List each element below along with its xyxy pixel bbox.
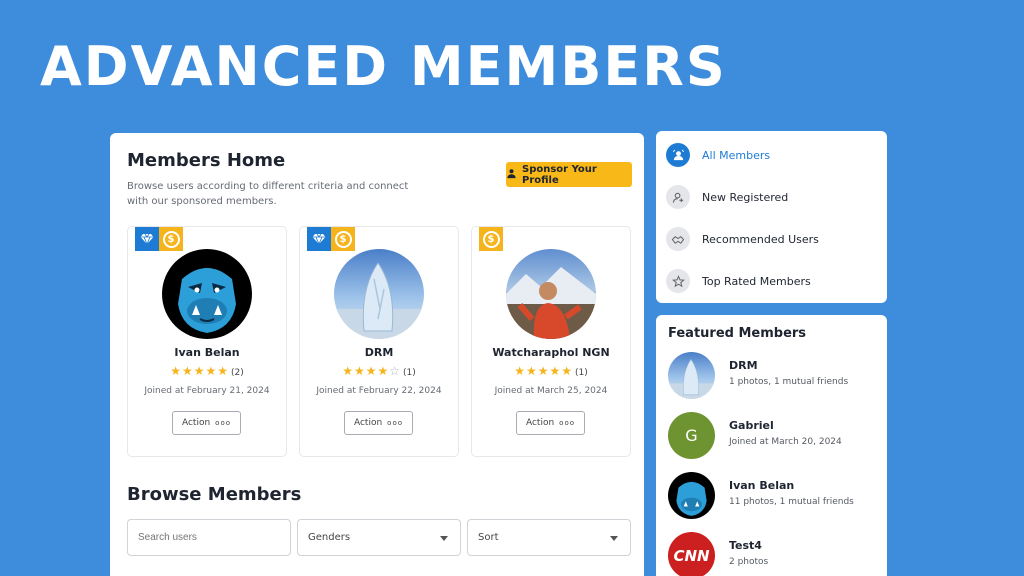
- nav-item-all-members[interactable]: All Members: [666, 140, 876, 170]
- featured-member-item[interactable]: G Gabriel Joined at March 20, 2024: [668, 412, 878, 462]
- search-input[interactable]: [127, 519, 291, 556]
- featured-avatar[interactable]: [668, 472, 715, 519]
- cnn-logo-avatar[interactable]: CNN: [668, 532, 715, 576]
- member-card[interactable]: $ Watcharaphol NGN ★★★★★ (1) Joined at Ma…: [471, 226, 631, 457]
- rating-stars: ★★★★★ (1): [514, 364, 588, 378]
- genders-select-value: Genders: [308, 532, 351, 543]
- member-avatar[interactable]: [334, 249, 424, 339]
- review-count: (1): [575, 368, 588, 378]
- joined-date: Joined at March 25, 2024: [494, 386, 608, 396]
- nav-item-top-rated-members[interactable]: Top Rated Members: [666, 266, 876, 296]
- featured-members-panel: Featured Members DRM 1 photos, 1 mutual …: [656, 315, 887, 576]
- recommended-icon: [666, 227, 690, 251]
- featured-member-item[interactable]: DRM 1 photos, 1 mutual friends: [668, 352, 878, 402]
- more-dots-icon: ooo: [387, 419, 404, 427]
- review-count: (2): [231, 368, 244, 378]
- featured-name[interactable]: Ivan Belan: [729, 479, 794, 492]
- nav-label: All Members: [702, 148, 771, 162]
- action-label: Action: [525, 418, 555, 428]
- featured-name[interactable]: Gabriel: [729, 419, 774, 432]
- featured-members-title: Featured Members: [668, 326, 807, 341]
- review-count: (1): [403, 368, 416, 378]
- nav-label: Recommended Users: [702, 232, 819, 246]
- new-user-icon: [666, 185, 690, 209]
- action-button[interactable]: Action ooo: [344, 411, 413, 435]
- action-button[interactable]: Action ooo: [516, 411, 585, 435]
- featured-name[interactable]: DRM: [729, 359, 758, 372]
- member-card[interactable]: $ DRM ★★★★☆ (1) Joined at February 22, 20…: [299, 226, 459, 457]
- more-dots-icon: ooo: [559, 419, 576, 427]
- star-icon: [666, 269, 690, 293]
- featured-meta: 1 photos, 1 mutual friends: [729, 377, 849, 387]
- member-name[interactable]: DRM: [300, 346, 458, 359]
- joined-date: Joined at February 22, 2024: [316, 386, 442, 396]
- verified-badge-icon: [307, 227, 331, 251]
- featured-meta: Joined at March 20, 2024: [729, 437, 842, 447]
- members-home-panel: Members Home Browse users according to d…: [110, 133, 644, 576]
- featured-name[interactable]: Test4: [729, 539, 762, 552]
- avatar-initial: G: [685, 426, 698, 445]
- sponsored-badge-icon: $: [479, 227, 503, 251]
- chevron-down-icon: [610, 536, 618, 541]
- sponsor-button-label: Sponsor Your Profile: [522, 163, 597, 186]
- featured-member-item[interactable]: Ivan Belan 11 photos, 1 mutual friends: [668, 472, 878, 522]
- more-dots-icon: ooo: [215, 419, 232, 427]
- page-title: Members Home: [127, 150, 286, 171]
- member-name[interactable]: Watcharaphol NGN: [472, 346, 630, 359]
- featured-member-item[interactable]: CNN Test4 2 photos: [668, 532, 878, 576]
- sponsored-badge-icon: $: [159, 227, 183, 251]
- member-nav-panel: All Members New Registered Recommended U…: [656, 131, 887, 303]
- member-avatar[interactable]: [162, 249, 252, 339]
- action-label: Action: [181, 418, 211, 428]
- featured-avatar[interactable]: [668, 352, 715, 399]
- nav-item-recommended-users[interactable]: Recommended Users: [666, 224, 876, 254]
- member-card[interactable]: $ Ivan Belan ★★★★★ (2) Joined at February…: [127, 226, 287, 457]
- genders-select[interactable]: Genders: [297, 519, 461, 556]
- featured-avatar[interactable]: G: [668, 412, 715, 459]
- logo-text: CNN: [673, 546, 710, 565]
- sponsor-icon: [506, 168, 517, 182]
- rating-stars: ★★★★☆ (1): [342, 364, 416, 378]
- page-subtitle: Browse users according to different crit…: [127, 181, 409, 207]
- sponsor-profile-button[interactable]: Sponsor Your Profile: [506, 162, 632, 187]
- chevron-down-icon: [440, 536, 448, 541]
- featured-meta: 11 photos, 1 mutual friends: [729, 497, 854, 507]
- nav-label: Top Rated Members: [702, 274, 811, 288]
- sort-select[interactable]: Sort: [467, 519, 631, 556]
- member-name[interactable]: Ivan Belan: [128, 346, 286, 359]
- joined-date: Joined at February 21, 2024: [144, 386, 270, 396]
- sponsored-badge-icon: $: [331, 227, 355, 251]
- nav-label: New Registered: [702, 190, 789, 204]
- verified-badge-icon: [135, 227, 159, 251]
- members-icon: [666, 143, 690, 167]
- action-label: Action: [353, 418, 383, 428]
- action-button[interactable]: Action ooo: [172, 411, 241, 435]
- featured-meta: 2 photos: [729, 557, 769, 567]
- rating-stars: ★★★★★ (2): [170, 364, 244, 378]
- member-avatar[interactable]: [506, 249, 596, 339]
- browse-members-title: Browse Members: [127, 484, 302, 505]
- sort-select-value: Sort: [478, 532, 499, 543]
- hero-title: ADVANCED MEMBERS: [40, 35, 727, 98]
- nav-item-new-registered[interactable]: New Registered: [666, 182, 876, 212]
